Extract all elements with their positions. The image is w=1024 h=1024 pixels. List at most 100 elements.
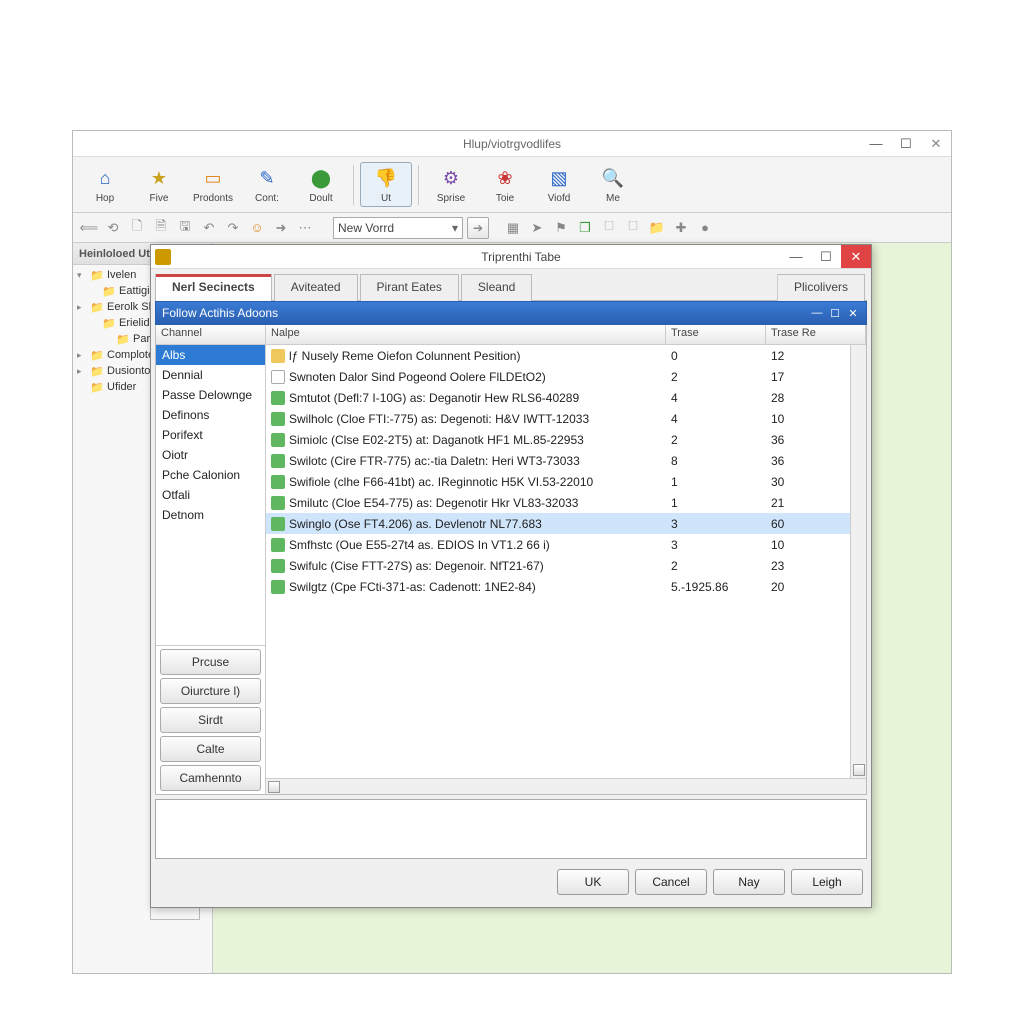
cross-icon[interactable]: ✚ [671,218,691,238]
category-item[interactable]: Pche Calonion [156,465,265,485]
toolbar-ut[interactable]: 👎Ut [360,162,412,207]
folder-icon: 📁 [90,348,104,362]
uk-button[interactable]: UK [557,869,629,895]
toolbar-sprise[interactable]: ⚙Sprise [425,163,477,206]
new-doc-icon[interactable]: 🗋 [127,218,147,238]
category-button[interactable]: Sirdt [160,707,261,733]
page-icon[interactable]: 🗆 [599,218,619,238]
table-row[interactable]: Swifulc (Cise FTT-27S) as: Degenoir. NfT… [266,555,866,576]
table-row[interactable]: Smfhstc (Oue E55-27t4 as. EDIOS In VT1.2… [266,534,866,555]
tab-strip: Nerl SecinectsAviteatedPirant EatesSlean… [155,273,867,301]
toolbar-icon: ❀ [492,165,518,191]
dialog-titlebar: Triprenthi Tabe — ☐ ✕ [151,245,871,269]
category-button[interactable]: Camhennto [160,765,261,791]
table-row[interactable]: Swilgtz (Cpe FCti-371-as: Cadenott: 1NE2… [266,576,866,597]
address-combo[interactable]: New Vorrd [333,217,463,239]
table-header: Nalpe Trase Trase Re [266,325,866,345]
copy-icon[interactable]: 🗎 [151,218,171,238]
flag-icon[interactable]: ⚑ [551,218,571,238]
category-button[interactable]: Oiurcture l) [160,678,261,704]
toolbar-doult[interactable]: ⬤Doult [295,163,347,206]
category-item[interactable]: Passe Delownge [156,385,265,405]
table-row[interactable]: Swnoten Dalor Sind Pogeond Oolere FlLDEt… [266,366,866,387]
main-window-controls: — ☐ ✕ [861,131,951,156]
maximize-icon[interactable]: ☐ [891,131,921,156]
refresh-icon[interactable]: ⟲ [103,218,123,238]
category-item[interactable]: Definons [156,405,265,425]
folder-icon: 📁 [90,364,104,378]
folder-icon: 📁 [90,268,104,282]
more-icon[interactable]: ⋯ [295,218,315,238]
dialog-maximize-icon[interactable]: ☐ [811,245,841,268]
back-icon[interactable]: ⟸ [79,218,99,238]
toolbar-me[interactable]: 🔍Me [587,163,639,206]
person-icon[interactable]: ☺ [247,218,267,238]
category-item[interactable]: Otfali [156,485,265,505]
panel-max-icon[interactable]: ☐ [828,306,842,320]
category-list: AlbsDennialPasse DelowngeDefinonsPorifex… [156,345,265,645]
page2-icon[interactable]: 🗆 [623,218,643,238]
toolbar-hop[interactable]: ⌂Hop [79,163,131,206]
table-row[interactable]: Swilholc (Cloe FTI:-775) as: Degenoti: H… [266,408,866,429]
tab-sleand[interactable]: Sleand [461,274,532,301]
row-status-icon [271,475,285,489]
redo-icon[interactable]: ↷ [223,218,243,238]
cancel-button[interactable]: Cancel [635,869,707,895]
category-item[interactable]: Porifext [156,425,265,445]
dialog-minimize-icon[interactable]: — [781,245,811,268]
minimize-icon[interactable]: — [861,131,891,156]
vscroll-thumb[interactable] [853,764,865,776]
table-row[interactable]: Swilotc (Cire FTR-775) ac:-tia Daletn: H… [266,450,866,471]
toolbar-prodonts[interactable]: ▭Prodonts [187,163,239,206]
forward-icon[interactable]: ➜ [271,218,291,238]
table-row[interactable]: Swifiole (clhe F66-41bt) ac. IReginnotic… [266,471,866,492]
category-item[interactable]: Albs [156,345,265,365]
tab-nerl-secinects[interactable]: Nerl Secinects [155,274,272,301]
category-panel: Channel AlbsDennialPasse DelowngeDefinon… [156,325,266,794]
row-status-icon [271,349,285,363]
dialog-close-icon[interactable]: ✕ [841,245,871,268]
table-row[interactable]: Smtutot (Defl:7 I-10G) as: Deganotir Hew… [266,387,866,408]
row-status-icon [271,496,285,510]
close-icon[interactable]: ✕ [921,131,951,156]
toolbar-viofd[interactable]: ▧Viofd [533,163,585,206]
toolbar-icon: 👎 [373,165,399,191]
undo-icon[interactable]: ↶ [199,218,219,238]
main-toolbar: ⌂Hop★Five▭Prodonts✎Cont:⬤Doult 👎Ut ⚙Sprise… [73,157,951,213]
grid-icon[interactable]: ▦ [503,218,523,238]
col-trase-re[interactable]: Trase Re [766,325,866,344]
toolbar-icon: ✎ [254,165,280,191]
col-name[interactable]: Nalpe [266,325,666,344]
toolbar-five[interactable]: ★Five [133,163,185,206]
arrow-icon[interactable]: ➤ [527,218,547,238]
vertical-scrollbar[interactable] [850,345,866,778]
table-row[interactable]: lƒ Nusely Reme Oiefon Colunnent Pesition… [266,345,866,366]
table-row[interactable]: Smilutc (Cloe E54-775) as: Degenotir Hkr… [266,492,866,513]
panel-min-icon[interactable]: — [810,306,824,320]
panel-header: Follow Actihis Adoons — ☐ ✕ [155,301,867,325]
folder-icon[interactable]: 📁 [647,218,667,238]
table-row[interactable]: Simiolc (Clse E02-2T5) at: Daganotk HF1 … [266,429,866,450]
layers-icon[interactable]: ❐ [575,218,595,238]
tab-pirant-eates[interactable]: Pirant Eates [360,274,459,301]
tab-right[interactable]: Plicolivers [777,274,865,301]
save-icon[interactable]: 🖫 [175,218,195,238]
dot-icon[interactable]: ● [695,218,715,238]
toolbar-cont:[interactable]: ✎Cont: [241,163,293,206]
toolbar-toie[interactable]: ❀Toie [479,163,531,206]
category-item[interactable]: Oiotr [156,445,265,465]
notes-textarea[interactable] [155,799,867,859]
panel-close-icon[interactable]: ✕ [846,306,860,320]
horizontal-scrollbar[interactable] [266,778,866,794]
category-item[interactable]: Detnom [156,505,265,525]
go-button[interactable]: ➔ [467,217,489,239]
category-button[interactable]: Prcuse [160,649,261,675]
tab-aviteated[interactable]: Aviteated [274,274,358,301]
hscroll-thumb[interactable] [268,781,280,793]
col-trase[interactable]: Trase [666,325,766,344]
category-button[interactable]: Calte [160,736,261,762]
nay-button[interactable]: Nay [713,869,785,895]
leigh-button[interactable]: Leigh [791,869,863,895]
table-row[interactable]: Swinglo (Ose FT4.206) as. Devlenotr NL77… [266,513,866,534]
category-item[interactable]: Dennial [156,365,265,385]
